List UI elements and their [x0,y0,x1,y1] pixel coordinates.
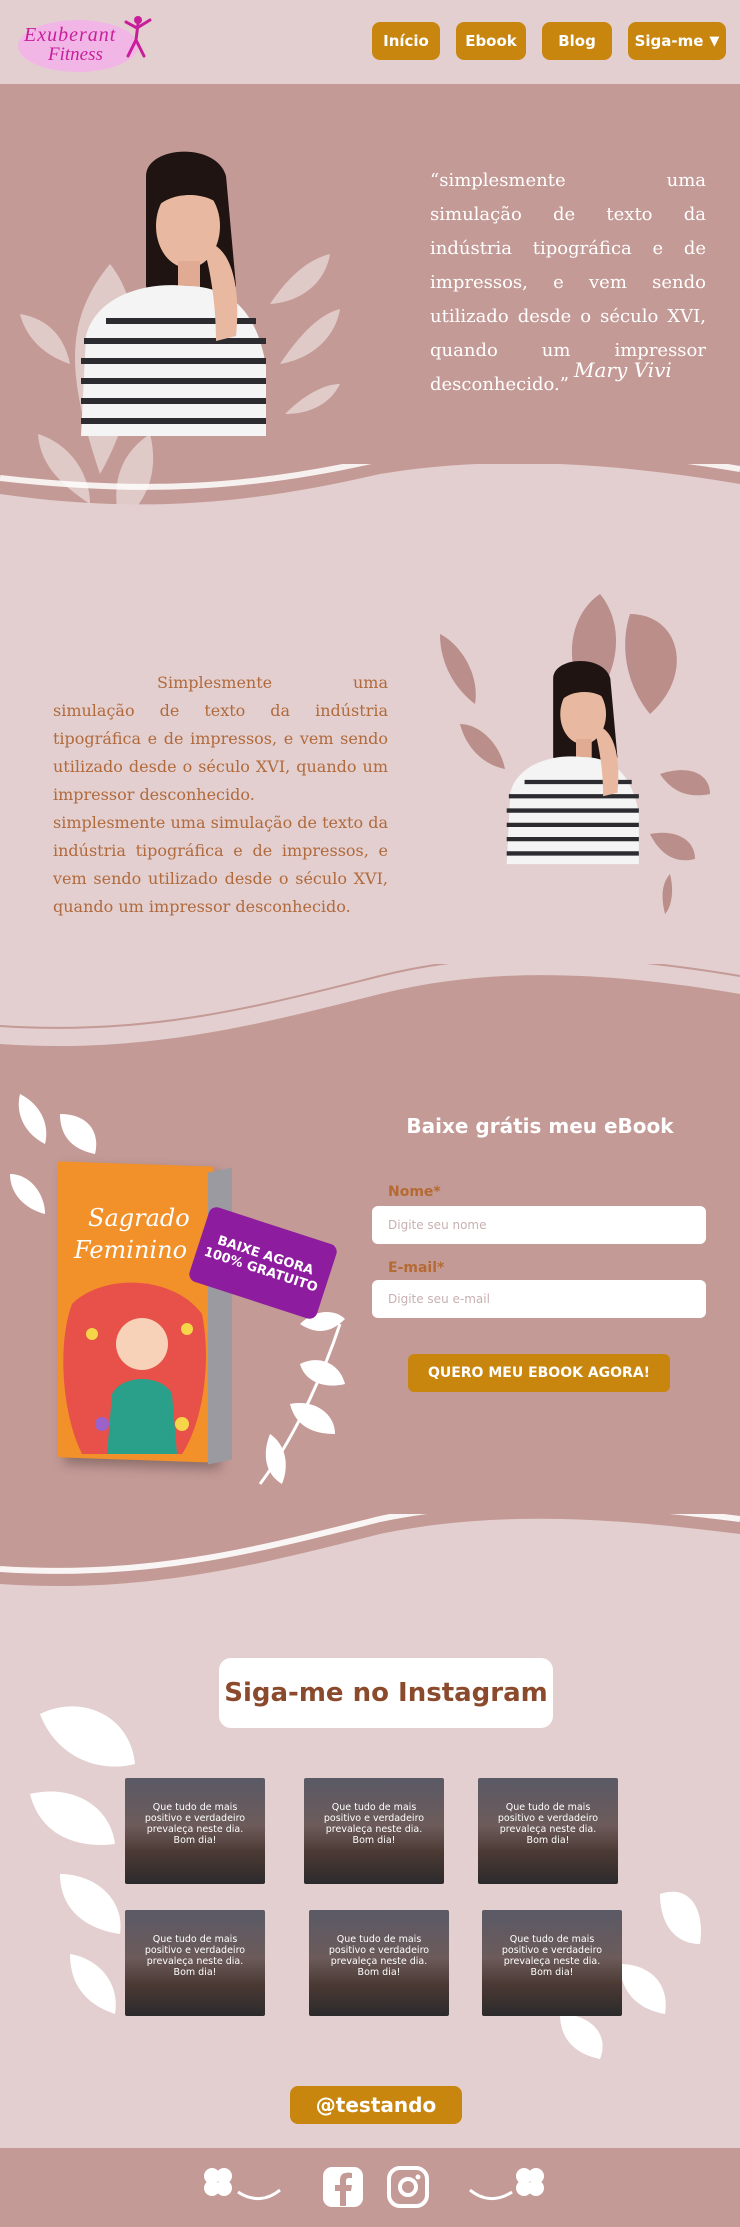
name-input[interactable] [372,1206,706,1244]
clover-icon [469,2168,544,2200]
instagram-post[interactable]: Que tudo de mais positivo e verdadeiro pre… [125,1910,265,2016]
hero-section: “simplesmente uma simulação de texto da … [0,84,740,554]
about-paragraph-1: Simplesmente uma simulação de texto da i… [53,673,388,804]
woman-illustration-icon [63,1282,206,1454]
instagram-post[interactable]: Que tudo de mais positivo e verdadeiro pre… [309,1910,449,2016]
post-text: positivo e verdadeiro [501,1945,603,1956]
leaf-decoration-icon [30,1706,701,2059]
ebook-section: Sagrado Feminino BAIXE AGORA 100% GRATUI… [0,1054,740,1614]
post-text: prevaleça neste dia. [325,1824,423,1835]
post-text: Que tudo de mais [505,1802,591,1813]
post-text: prevaleça neste dia. [146,1956,244,1967]
post-text: Que tudo de mais [152,1934,238,1945]
wave-divider [0,464,740,554]
ebook-form-title: Baixe grátis meu eBook [406,1114,674,1138]
instagram-post[interactable]: Que tudo de mais positivo e verdadeiro pre… [478,1778,618,1884]
hero-signature: Mary Vivi [574,358,672,382]
instagram-post[interactable]: Que tudo de mais positivo e verdadeiro pre… [125,1778,265,1884]
post-text: Que tudo de mais [331,1802,417,1813]
site-footer [0,2148,740,2227]
chevron-down-icon: ▼ [709,33,720,49]
post-text: positivo e verdadeiro [144,1813,246,1824]
post-text: Bom dia! [526,1835,570,1846]
post-text: positivo e verdadeiro [497,1813,599,1824]
nav-blog-label: Blog [558,32,596,50]
instagram-post[interactable]: Que tudo de mais positivo e verdadeiro pre… [482,1910,622,2016]
nav-inicio-label: Início [383,32,429,50]
site-header: Exuberant Fitness Início Ebook Blog Siga… [0,0,740,84]
nav-ebook-label: Ebook [465,32,517,50]
post-text: Que tudo de mais [336,1934,422,1945]
post-text: Bom dia! [173,1835,217,1846]
instagram-section: Siga-me no Instagram Que tudo de mais pos… [0,1614,740,2149]
woman-thinking-photo [81,151,266,436]
post-text: positivo e verdadeiro [323,1813,425,1824]
woman-thinking-photo [506,660,639,865]
ebook-cover: Sagrado Feminino [58,1161,234,1465]
ebook-cover-title-2: Feminino [74,1236,188,1264]
ebook-cover-title-1: Sagrado [88,1204,190,1232]
post-text: Bom dia! [352,1835,396,1846]
post-text: prevaleça neste dia. [499,1824,597,1835]
nav-inicio[interactable]: Início [372,22,440,60]
runner-figure-icon [124,16,152,58]
post-text: Bom dia! [173,1967,217,1978]
download-ebook-button-label: QUERO MEU EBOOK AGORA! [427,1365,651,1381]
post-text: Bom dia! [530,1967,574,1978]
instagram-handle-label: @testando [315,2093,437,2117]
post-text: Que tudo de mais [509,1934,595,1945]
download-ebook-button[interactable]: QUERO MEU EBOOK AGORA! [408,1354,670,1392]
instagram-post[interactable]: Que tudo de mais positivo e verdadeiro pre… [304,1778,444,1884]
post-text: Que tudo de mais [152,1802,238,1813]
post-text: prevaleça neste dia. [146,1824,244,1835]
post-text: Bom dia! [357,1967,401,1978]
logo-text-line2: Fitness [48,44,103,65]
about-section: Simplesmente uma simulação de texto da i… [0,554,740,1094]
email-input[interactable] [372,1280,706,1318]
nav-ebook[interactable]: Ebook [456,22,526,60]
about-text: Simplesmente uma simulação de texto da i… [53,669,388,921]
instagram-icon[interactable] [387,2166,429,2208]
post-text: positivo e verdadeiro [328,1945,430,1956]
post-text: positivo e verdadeiro [144,1945,246,1956]
nav-blog[interactable]: Blog [542,22,612,60]
post-text: prevaleça neste dia. [330,1956,428,1967]
logo[interactable]: Exuberant Fitness [18,10,152,72]
name-label: Nome* [388,1184,441,1200]
nav-siga-me[interactable]: Siga-me ▼ [628,22,726,60]
facebook-icon[interactable] [322,2166,364,2208]
nav-siga-me-label: Siga-me [634,32,704,50]
email-label: E-mail* [388,1260,445,1276]
clover-icon [204,2168,281,2200]
post-text: prevaleça neste dia. [503,1956,601,1967]
instagram-title: Siga-me no Instagram [219,1658,553,1728]
wave-divider [0,1514,740,1614]
about-paragraph-2: simplesmente uma simulação de texto da i… [53,813,388,916]
instagram-handle-button[interactable]: @testando [290,2086,462,2124]
